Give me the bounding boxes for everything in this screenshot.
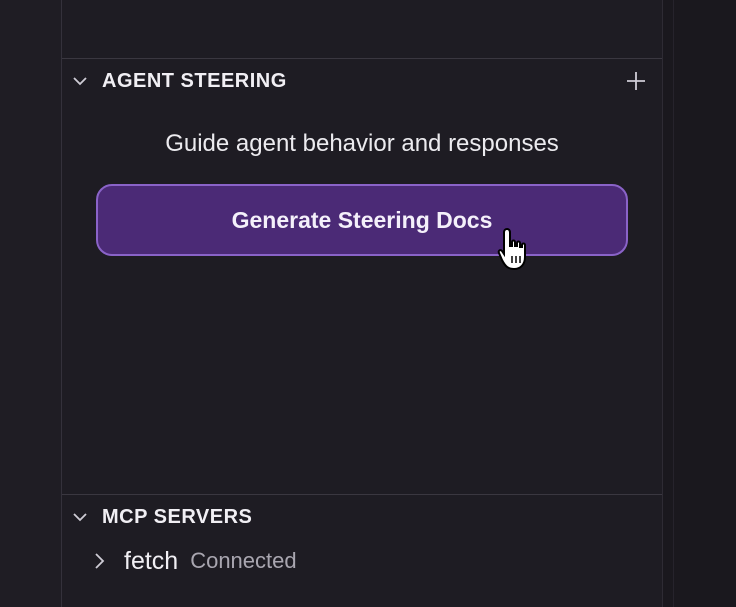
chevron-right-icon[interactable] bbox=[92, 552, 106, 570]
mcp-servers-title: MCP SERVERS bbox=[102, 505, 253, 528]
agent-steering-description: Guide agent behavior and responses bbox=[165, 130, 559, 157]
mcp-servers-header[interactable]: MCP SERVERS bbox=[62, 497, 662, 537]
section-divider bbox=[62, 58, 662, 59]
agent-steering-title: AGENT STEERING bbox=[102, 69, 287, 92]
hand-pointer-cursor-icon bbox=[497, 227, 526, 271]
add-icon[interactable] bbox=[626, 71, 646, 91]
generate-steering-docs-button[interactable]: Generate Steering Docs bbox=[96, 184, 628, 256]
editor-edge bbox=[662, 0, 736, 607]
activity-bar bbox=[0, 0, 62, 607]
agent-steering-header[interactable]: AGENT STEERING bbox=[62, 61, 662, 101]
chevron-down-icon[interactable] bbox=[72, 73, 88, 89]
server-name: fetch bbox=[124, 546, 179, 575]
server-status: Connected bbox=[190, 548, 297, 573]
chevron-down-icon[interactable] bbox=[72, 509, 88, 525]
mcp-server-item[interactable]: fetch Connected bbox=[62, 540, 662, 582]
section-divider bbox=[62, 494, 662, 495]
